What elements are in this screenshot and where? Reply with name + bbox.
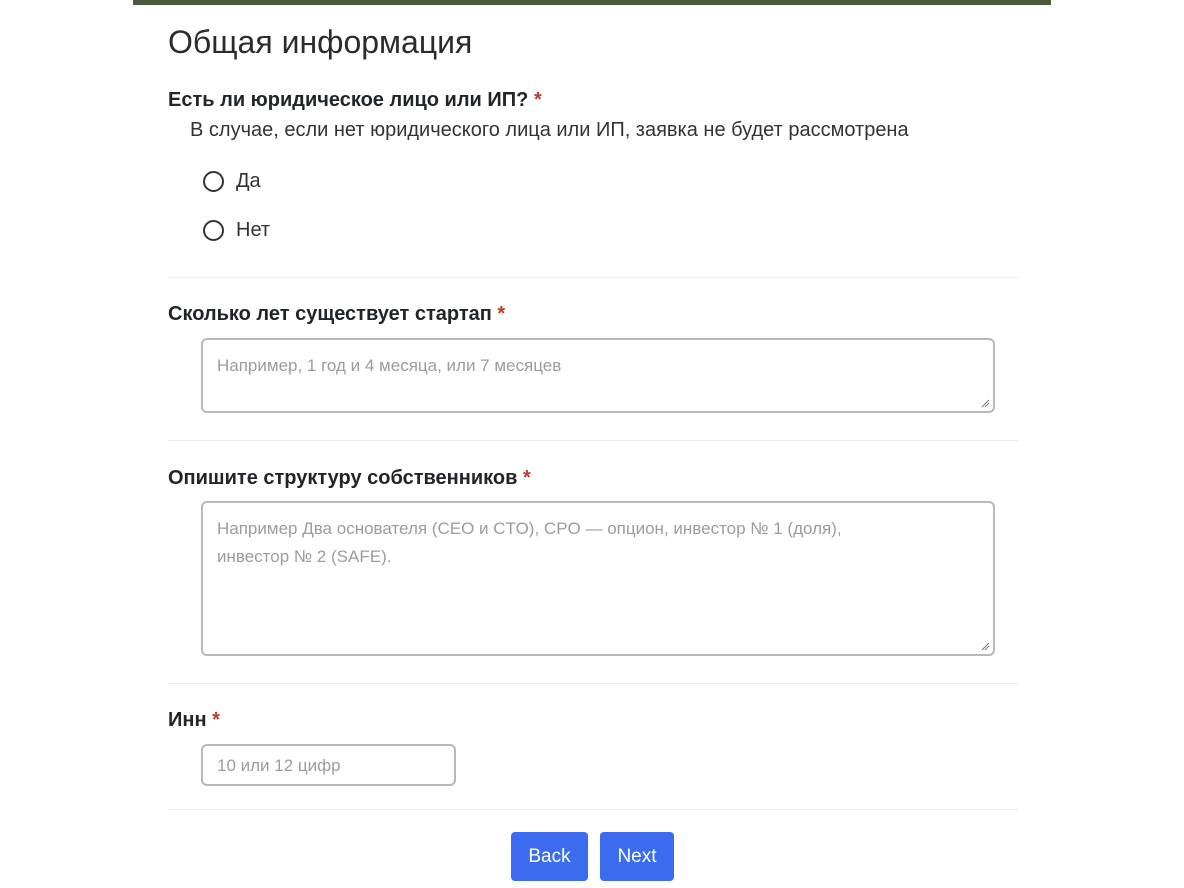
question-inn-text: Инн xyxy=(168,709,207,731)
page-title: Общая информация xyxy=(168,24,473,60)
ownership-placeholder-line2: инвестор № 2 (SAFE). xyxy=(217,547,392,566)
radio-circle-icon[interactable] xyxy=(203,171,224,192)
question-inn-label: Инн * xyxy=(168,709,220,732)
question-ownership-label: Опишите структуру собственников * xyxy=(168,467,531,490)
section-divider xyxy=(168,683,1018,684)
question-legal-entity-hint: В случае, если нет юридического лица или… xyxy=(190,119,909,141)
question-legal-entity-label: Есть ли юридическое лицо или ИП? * xyxy=(168,89,542,112)
resize-grip-icon[interactable] xyxy=(980,641,990,651)
radio-option-yes[interactable]: Да xyxy=(203,170,261,193)
radio-circle-icon[interactable] xyxy=(203,220,224,241)
required-mark: * xyxy=(497,303,506,325)
question-startup-age-label: Сколько лет существует стартап * xyxy=(168,303,505,326)
inn-placeholder: 10 или 12 цифр xyxy=(217,756,341,775)
startup-age-textarea[interactable]: Например, 1 год и 4 месяца, или 7 месяце… xyxy=(201,338,995,413)
resize-grip-icon[interactable] xyxy=(980,398,990,408)
inn-input[interactable]: 10 или 12 цифр xyxy=(201,744,456,786)
next-button[interactable]: Next xyxy=(600,832,674,881)
section-divider xyxy=(168,277,1018,278)
header-accent-bar xyxy=(133,0,1051,5)
back-button[interactable]: Back xyxy=(511,832,588,881)
question-startup-age-text: Сколько лет существует стартап xyxy=(168,303,492,325)
required-mark: * xyxy=(522,467,531,489)
radio-option-yes-label: Да xyxy=(236,170,261,192)
question-legal-entity-text: Есть ли юридическое лицо или ИП? xyxy=(168,89,529,111)
startup-age-placeholder: Например, 1 год и 4 месяца, или 7 месяце… xyxy=(217,356,562,375)
question-ownership-text: Опишите структуру собственников xyxy=(168,467,518,489)
required-mark: * xyxy=(212,709,220,731)
section-divider xyxy=(168,809,1018,810)
section-divider xyxy=(168,440,1018,441)
ownership-placeholder-line1: Например Два основателя (CEO и CTO), CPO… xyxy=(217,519,842,538)
required-mark: * xyxy=(533,89,542,111)
radio-option-no-label: Нет xyxy=(236,219,271,241)
radio-option-no[interactable]: Нет xyxy=(203,219,270,242)
ownership-textarea[interactable]: Например Два основателя (CEO и CTO), CPO… xyxy=(201,501,995,656)
